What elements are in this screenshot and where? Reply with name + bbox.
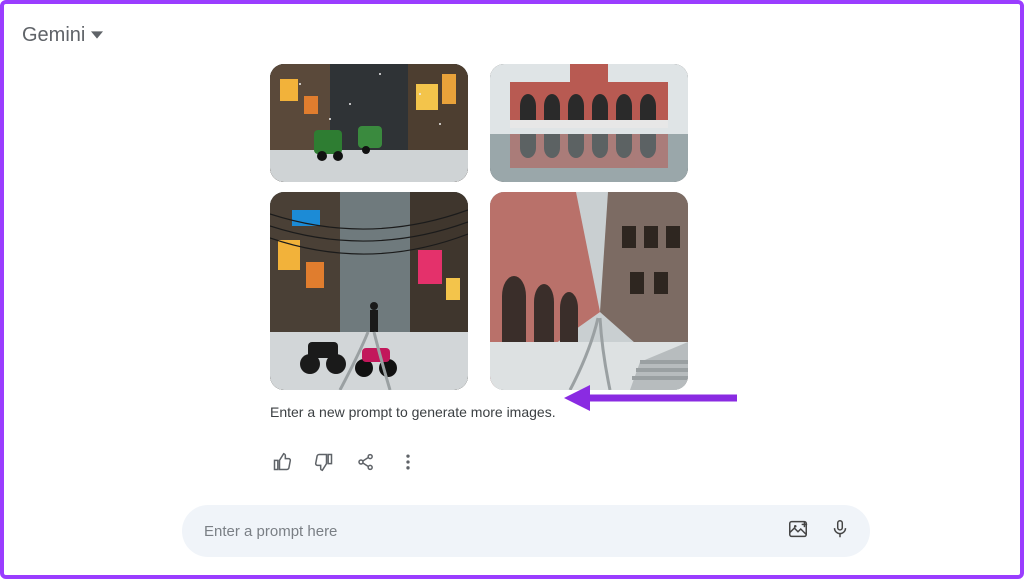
hint-text: Enter a new prompt to generate more imag… — [270, 404, 700, 420]
add-image-button[interactable] — [784, 517, 812, 545]
prompt-bar[interactable] — [182, 505, 870, 557]
prompt-trailing-icons — [784, 517, 854, 545]
brand-label: Gemini — [22, 24, 85, 47]
response-area: Enter a new prompt to generate more imag… — [270, 4, 700, 476]
share-button[interactable] — [354, 452, 378, 476]
share-icon — [356, 452, 376, 477]
chevron-down-icon — [91, 24, 103, 47]
image-grid — [270, 64, 700, 390]
microphone-icon — [829, 518, 851, 545]
response-actions — [270, 452, 700, 476]
more-options-button[interactable] — [396, 452, 420, 476]
add-image-icon — [787, 518, 809, 545]
thumbs-up-button[interactable] — [270, 452, 294, 476]
generated-image-3[interactable] — [270, 192, 468, 390]
generated-image-1[interactable] — [270, 64, 468, 182]
prompt-input[interactable] — [204, 523, 784, 540]
thumbs-down-icon — [314, 452, 334, 477]
generated-image-4[interactable] — [490, 192, 688, 390]
thumbs-down-button[interactable] — [312, 452, 336, 476]
brand-dropdown[interactable]: Gemini — [22, 24, 103, 47]
generated-image-2[interactable] — [490, 64, 688, 182]
microphone-button[interactable] — [826, 517, 854, 545]
thumbs-up-icon — [272, 452, 292, 477]
more-vertical-icon — [398, 452, 418, 477]
